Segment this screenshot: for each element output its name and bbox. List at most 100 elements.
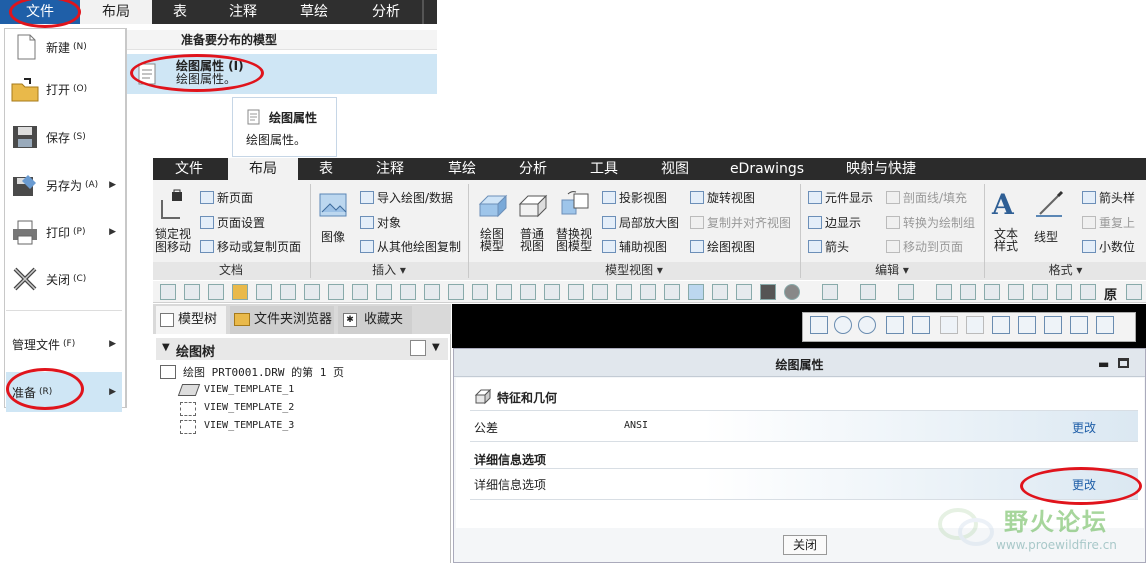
auxiliary-view-button[interactable]: 辅助视图: [602, 238, 667, 255]
toolbar-icon[interactable]: [1126, 284, 1142, 300]
line-style-button[interactable]: 线型: [1034, 228, 1058, 245]
toolbar-icon[interactable]: [280, 284, 296, 300]
tab-annotate[interactable]: 注释: [208, 0, 278, 24]
change-tolerance-link[interactable]: 更改: [1072, 419, 1096, 436]
toolbar-icon[interactable]: [1008, 284, 1024, 300]
tree-item[interactable]: VIEW_TEMPLATE_1: [204, 384, 294, 395]
group-insert[interactable]: 插入 ▾: [311, 262, 467, 278]
toolbar-text-original[interactable]: 原: [1104, 284, 1117, 303]
repeat-button[interactable]: 重复上: [1082, 214, 1135, 231]
toolbar-icon[interactable]: [352, 284, 368, 300]
toolbar-icon[interactable]: [208, 284, 224, 300]
datum-display-icon[interactable]: [1070, 316, 1088, 334]
border-display-button[interactable]: 边显示: [808, 214, 861, 231]
toolbar-icon[interactable]: [1032, 284, 1048, 300]
toolbar-icon[interactable]: [520, 284, 536, 300]
element-display-button[interactable]: 元件显示: [808, 189, 873, 206]
toolbar-icon[interactable]: [376, 284, 392, 300]
drawing-model-button[interactable]: 绘图 模型: [480, 228, 504, 252]
toolbar-icon[interactable]: [592, 284, 608, 300]
revolved-view-button[interactable]: 旋转视图: [690, 189, 755, 206]
zoom-out-icon[interactable]: [858, 316, 876, 334]
replace-view-model-button[interactable]: 替换视 图模型: [556, 228, 592, 252]
image-button[interactable]: 图像: [321, 228, 345, 245]
ribbon-tab-table[interactable]: 表: [300, 158, 352, 180]
repaint-icon[interactable]: [886, 316, 904, 334]
toolbar-icon[interactable]: [960, 284, 976, 300]
close-button[interactable]: 关闭: [783, 535, 827, 555]
menu-item-new[interactable]: 新建 (N): [6, 27, 122, 67]
toolbar-icon[interactable]: [664, 284, 680, 300]
tab-table[interactable]: 表: [152, 0, 208, 24]
toolbar-icon[interactable]: [496, 284, 512, 300]
toolbar-redo-icon[interactable]: [860, 284, 876, 300]
view-icon[interactable]: [966, 316, 984, 334]
copy-from-drawing-button[interactable]: 从其他绘图复制: [360, 238, 461, 255]
tree-item[interactable]: VIEW_TEMPLATE_3: [204, 420, 294, 431]
toolbar-icon[interactable]: [784, 284, 800, 300]
tree-item[interactable]: VIEW_TEMPLATE_2: [204, 402, 294, 413]
ribbon-tab-analysis[interactable]: 分析: [498, 158, 568, 180]
datum-display-icon[interactable]: [992, 316, 1010, 334]
zoom-fit-icon[interactable]: [810, 316, 828, 334]
toolbar-icon[interactable]: [160, 284, 176, 300]
toolbar-icon[interactable]: [760, 284, 776, 300]
toolbar-open-icon[interactable]: [232, 284, 248, 300]
menu-item-manage-file[interactable]: 管理文件 (F) ▶: [6, 324, 122, 364]
import-drawing-button[interactable]: 导入绘图/数据: [360, 189, 453, 206]
tab-layout[interactable]: 布局: [80, 0, 152, 24]
toolbar-pan-icon[interactable]: [736, 284, 752, 300]
toolbar-icon[interactable]: [936, 284, 952, 300]
page-setup-button[interactable]: 页面设置: [200, 214, 265, 231]
arrow-style-button[interactable]: 箭头样: [1082, 189, 1135, 206]
toolbar-icon[interactable]: [472, 284, 488, 300]
group-edit[interactable]: 编辑 ▾: [801, 262, 983, 278]
menu-item-print[interactable]: 打印 (P) ▶: [6, 212, 122, 252]
lock-view-button[interactable]: 锁定视 图移动: [154, 228, 192, 254]
text-style-button[interactable]: 文本 样式: [994, 228, 1018, 252]
toolbar-icon[interactable]: [1080, 284, 1096, 300]
decimals-button[interactable]: 小数位: [1082, 238, 1135, 255]
ribbon-tab-layout[interactable]: 布局: [228, 158, 298, 180]
toolbar-icon[interactable]: [712, 284, 728, 300]
ribbon-tab-annotate[interactable]: 注释: [354, 158, 426, 180]
datum-display-icon[interactable]: [1018, 316, 1036, 334]
toolbar-icon[interactable]: [640, 284, 656, 300]
toolbar-icon[interactable]: [568, 284, 584, 300]
group-model-views[interactable]: 模型视图 ▾: [469, 262, 799, 278]
section-fill-button[interactable]: 剖面线/填充: [886, 189, 967, 206]
menu-item-save[interactable]: 保存 (S): [6, 117, 122, 157]
view-icon[interactable]: [912, 316, 930, 334]
group-format[interactable]: 格式 ▾: [985, 262, 1146, 278]
maximize-icon[interactable]: [1118, 358, 1129, 368]
ribbon-tab-view[interactable]: 视图: [640, 158, 710, 180]
minimize-icon[interactable]: ▬: [1098, 357, 1109, 371]
object-button[interactable]: 对象: [360, 214, 401, 231]
tab-sketch[interactable]: 草绘: [278, 0, 350, 24]
menu-item-save-as[interactable]: 另存为 (A) ▶: [6, 165, 122, 205]
move-to-page-button[interactable]: 移动到页面: [886, 238, 963, 255]
collapse-icon[interactable]: ▼: [162, 342, 170, 353]
view-icon[interactable]: [940, 316, 958, 334]
toolbar-icon[interactable]: [688, 284, 704, 300]
toolbar-icon[interactable]: [898, 284, 914, 300]
zoom-in-icon[interactable]: [834, 316, 852, 334]
datum-display-icon[interactable]: [1096, 316, 1114, 334]
toolbar-icon[interactable]: [544, 284, 560, 300]
ribbon-tab-file[interactable]: 文件: [153, 158, 225, 180]
tab-analysis[interactable]: 分析: [350, 0, 422, 24]
tree-dropdown-icon[interactable]: ▼: [432, 342, 440, 353]
toolbar-icon[interactable]: [400, 284, 416, 300]
projection-view-button[interactable]: 投影视图: [602, 189, 667, 206]
menu-item-open[interactable]: 打开 (O): [6, 69, 122, 109]
ribbon-tab-tools[interactable]: 工具: [570, 158, 638, 180]
ribbon-tab-sketch[interactable]: 草绘: [428, 158, 496, 180]
toolbar-icon[interactable]: [448, 284, 464, 300]
toolbar-icon[interactable]: [304, 284, 320, 300]
datum-display-icon[interactable]: [1044, 316, 1062, 334]
general-view-button[interactable]: 普通 视图: [520, 228, 544, 252]
convert-group-button[interactable]: 转换为绘制组: [886, 214, 975, 231]
move-copy-page-button[interactable]: 移动或复制页面: [200, 238, 301, 255]
toolbar-undo-icon[interactable]: [822, 284, 838, 300]
new-page-button[interactable]: 新页面: [200, 189, 253, 206]
